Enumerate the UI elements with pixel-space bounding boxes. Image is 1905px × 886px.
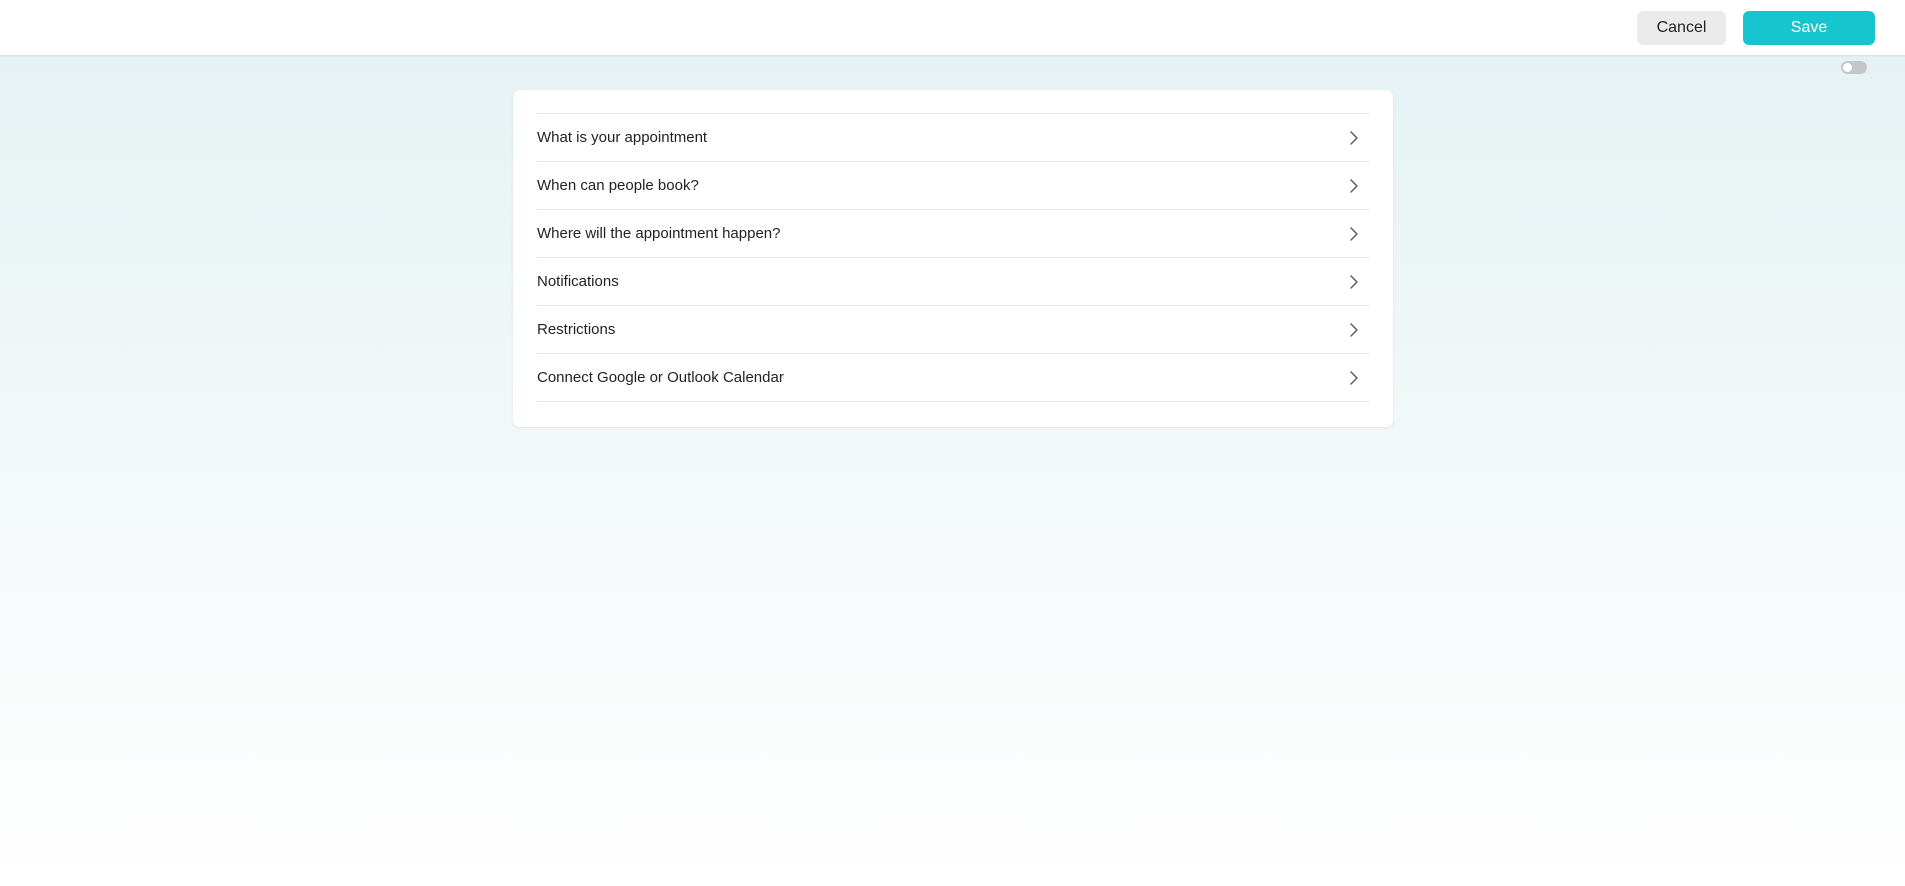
settings-item-restrictions[interactable]: Restrictions (537, 306, 1369, 354)
chevron-right-icon (1350, 178, 1358, 193)
top-bar: Cancel Save (0, 0, 1905, 55)
settings-item-label: When can people book? (537, 177, 699, 194)
settings-list: What is your appointment When can people… (537, 113, 1369, 402)
settings-item-label: What is your appointment (537, 129, 708, 146)
settings-item-label: Connect Google or Outlook Calendar (537, 369, 784, 386)
chevron-right-icon (1350, 274, 1358, 289)
chevron-right-icon (1350, 226, 1358, 241)
settings-item-label: Restrictions (537, 321, 616, 338)
toggle-knob (1843, 63, 1852, 72)
settings-item-notifications[interactable]: Notifications (537, 258, 1369, 306)
settings-item-connect-calendar[interactable]: Connect Google or Outlook Calendar (537, 354, 1369, 402)
chevron-right-icon (1350, 322, 1358, 337)
settings-item-appointment[interactable]: What is your appointment (537, 114, 1369, 162)
settings-item-label: Notifications (537, 273, 619, 290)
settings-item-where[interactable]: Where will the appointment happen? (537, 210, 1369, 258)
settings-item-label: Where will the appointment happen? (537, 225, 781, 242)
toggle-switch[interactable] (1841, 61, 1867, 74)
cancel-button[interactable]: Cancel (1637, 11, 1726, 45)
chevron-right-icon (1350, 370, 1358, 385)
save-button[interactable]: Save (1743, 11, 1875, 45)
chevron-right-icon (1350, 130, 1358, 145)
settings-card: What is your appointment When can people… (513, 90, 1393, 427)
settings-item-when-book[interactable]: When can people book? (537, 162, 1369, 210)
